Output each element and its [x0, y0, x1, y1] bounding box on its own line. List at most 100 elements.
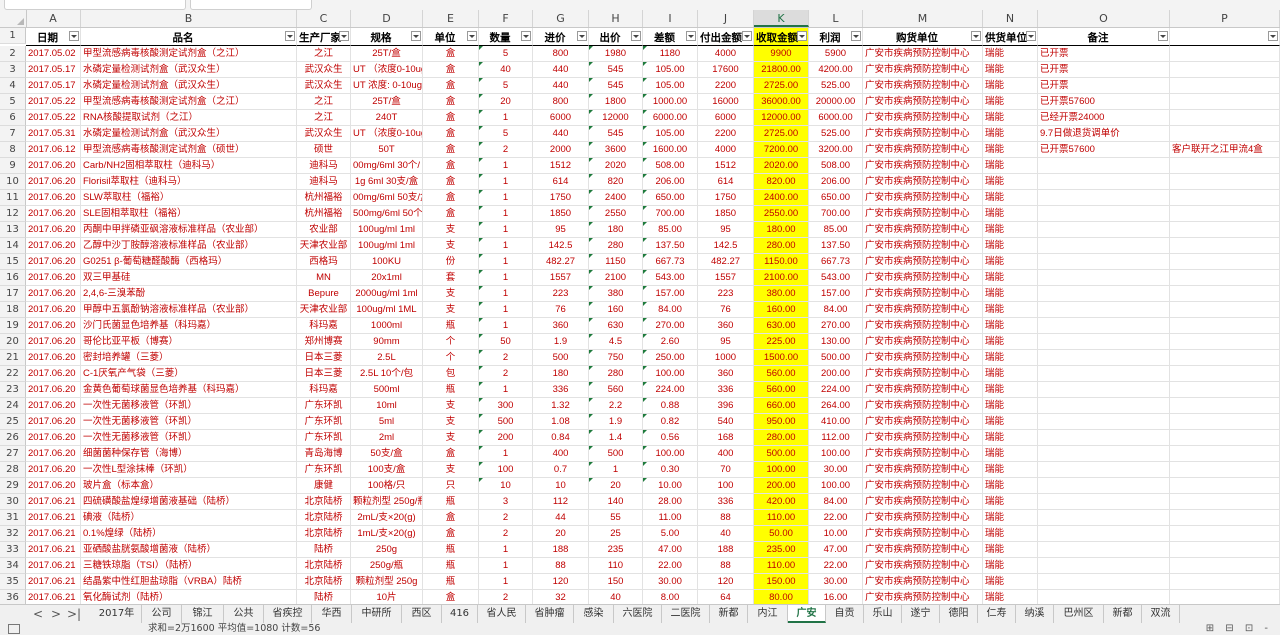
- table-cell[interactable]: 32: [533, 590, 589, 604]
- table-cell[interactable]: 614: [533, 174, 589, 190]
- table-cell[interactable]: 22.00: [809, 558, 863, 574]
- sheet-tab[interactable]: 双流: [1142, 605, 1180, 623]
- table-cell[interactable]: [1170, 462, 1280, 478]
- table-cell[interactable]: RNA核酸提取试剂（之江）: [81, 110, 297, 126]
- table-cell[interactable]: 杭州福裕: [297, 190, 351, 206]
- table-cell[interactable]: 一次性无菌移液管（环凯）: [81, 398, 297, 414]
- table-cell[interactable]: 瑞能: [983, 414, 1038, 430]
- table-cell[interactable]: 广安市疾病预防控制中心: [863, 158, 983, 174]
- table-cell[interactable]: [1038, 222, 1170, 238]
- table-cell[interactable]: 广东环凯: [297, 462, 351, 478]
- table-cell[interactable]: 瑞能: [983, 190, 1038, 206]
- table-cell[interactable]: 广安市疾病预防控制中心: [863, 590, 983, 604]
- table-cell[interactable]: SLE固相萃取柱（福裕）: [81, 206, 297, 222]
- table-cell[interactable]: 瑞能: [983, 542, 1038, 558]
- table-cell[interactable]: 沙门氏菌显色培养基（科玛嘉）: [81, 318, 297, 334]
- table-cell[interactable]: 广安市疾病预防控制中心: [863, 446, 983, 462]
- table-cell[interactable]: 广安市疾病预防控制中心: [863, 206, 983, 222]
- table-cell[interactable]: 广安市疾病预防控制中心: [863, 462, 983, 478]
- table-cell[interactable]: [1038, 158, 1170, 174]
- table-cell[interactable]: Bepure: [297, 286, 351, 302]
- table-cell[interactable]: 已开票57600: [1038, 94, 1170, 110]
- sheet-tab[interactable]: 西区: [402, 605, 442, 623]
- sheet-tab[interactable]: 六医院: [614, 605, 662, 623]
- table-cell[interactable]: 142.5: [533, 238, 589, 254]
- table-cell[interactable]: 2550.00: [754, 206, 809, 222]
- table-cell[interactable]: [1170, 62, 1280, 78]
- table-cell[interactable]: 武汉众生: [297, 126, 351, 142]
- sheet-tab[interactable]: 华西: [312, 605, 352, 623]
- table-cell[interactable]: [1170, 446, 1280, 462]
- table-cell[interactable]: 套: [423, 270, 479, 286]
- table-cell[interactable]: [1170, 254, 1280, 270]
- window-tab-stub[interactable]: [4, 0, 186, 10]
- table-cell[interactable]: 508.00: [809, 158, 863, 174]
- table-cell[interactable]: 2017.06.20: [26, 238, 81, 254]
- table-cell[interactable]: [1038, 302, 1170, 318]
- table-cell[interactable]: 1800: [589, 94, 643, 110]
- table-cell[interactable]: 40: [698, 526, 754, 542]
- table-cell[interactable]: 6000: [533, 110, 589, 126]
- table-cell[interactable]: 盒: [423, 190, 479, 206]
- table-cell[interactable]: 180.00: [754, 222, 809, 238]
- table-cell[interactable]: 份: [423, 254, 479, 270]
- header-cell[interactable]: 规格: [351, 28, 423, 46]
- table-cell[interactable]: 336: [698, 494, 754, 510]
- table-cell[interactable]: 2725.00: [754, 126, 809, 142]
- table-cell[interactable]: 1750: [698, 190, 754, 206]
- spreadsheet-grid[interactable]: 1 日期 品名 生产厂家 规格 单位 数量 进价 出价 差额 付出金额 收取金额 利润 购货单位 供货单位 备…: [0, 28, 1280, 604]
- table-cell[interactable]: 广安市疾病预防控制中心: [863, 78, 983, 94]
- column-letter-b[interactable]: B: [81, 10, 297, 27]
- sheet-tab[interactable]: 省疾控: [264, 605, 312, 623]
- table-cell[interactable]: 4000: [698, 46, 754, 62]
- column-letter-j[interactable]: J: [698, 10, 754, 27]
- table-cell[interactable]: 100.00: [643, 366, 698, 382]
- table-cell[interactable]: 235.00: [754, 542, 809, 558]
- table-cell[interactable]: 6000: [698, 110, 754, 126]
- table-cell[interactable]: 2017.06.20: [26, 286, 81, 302]
- filter-dropdown-icon[interactable]: [577, 31, 587, 41]
- filter-dropdown-icon[interactable]: [851, 31, 861, 41]
- filter-dropdown-icon[interactable]: [285, 31, 295, 41]
- table-cell[interactable]: 广安市疾病预防控制中心: [863, 510, 983, 526]
- table-cell[interactable]: 150: [589, 574, 643, 590]
- header-cell[interactable]: 日期: [26, 28, 81, 46]
- table-cell[interactable]: 360: [698, 318, 754, 334]
- table-cell[interactable]: [1038, 174, 1170, 190]
- table-cell[interactable]: [1170, 302, 1280, 318]
- table-cell[interactable]: 北京陆桥: [297, 574, 351, 590]
- table-cell[interactable]: 迪科马: [297, 158, 351, 174]
- table-cell[interactable]: 100: [698, 478, 754, 494]
- table-cell[interactable]: 0.82: [643, 414, 698, 430]
- table-cell[interactable]: SLW萃取柱（福裕）: [81, 190, 297, 206]
- table-cell[interactable]: 1500.00: [754, 350, 809, 366]
- table-cell[interactable]: 40: [589, 590, 643, 604]
- table-cell[interactable]: 广安市疾病预防控制中心: [863, 366, 983, 382]
- table-cell[interactable]: 2017.05.22: [26, 94, 81, 110]
- column-letter-i[interactable]: I: [643, 10, 698, 27]
- table-cell[interactable]: 广安市疾病预防控制中心: [863, 350, 983, 366]
- table-cell[interactable]: 水磷定量检测试剂盒（武汉众生）: [81, 78, 297, 94]
- table-cell[interactable]: 2,4,6-三溴苯酚: [81, 286, 297, 302]
- table-cell[interactable]: 00mg/6ml 50支/盒: [351, 190, 423, 206]
- table-cell[interactable]: 142.5: [698, 238, 754, 254]
- table-cell[interactable]: 硕世: [297, 142, 351, 158]
- table-cell[interactable]: 2017.05.17: [26, 62, 81, 78]
- table-cell[interactable]: 76: [533, 302, 589, 318]
- table-cell[interactable]: 2400.00: [754, 190, 809, 206]
- table-cell[interactable]: 甲型流感病毒核酸测定试剂盒（硕世）: [81, 142, 297, 158]
- table-cell[interactable]: 陆桥: [297, 590, 351, 604]
- table-cell[interactable]: Florisil萃取柱（迪科马）: [81, 174, 297, 190]
- table-cell[interactable]: 47.00: [643, 542, 698, 558]
- table-cell[interactable]: 25: [589, 526, 643, 542]
- table-cell[interactable]: 1: [479, 222, 533, 238]
- table-cell[interactable]: 2017.06.21: [26, 542, 81, 558]
- sheet-tab[interactable]: 锦江: [182, 605, 224, 623]
- table-cell[interactable]: 4000: [698, 142, 754, 158]
- table-cell[interactable]: [1170, 94, 1280, 110]
- table-cell[interactable]: 110.00: [754, 558, 809, 574]
- table-cell[interactable]: 瑞能: [983, 222, 1038, 238]
- table-cell[interactable]: 2020: [589, 158, 643, 174]
- table-cell[interactable]: 223: [698, 286, 754, 302]
- table-cell[interactable]: 2017.06.20: [26, 398, 81, 414]
